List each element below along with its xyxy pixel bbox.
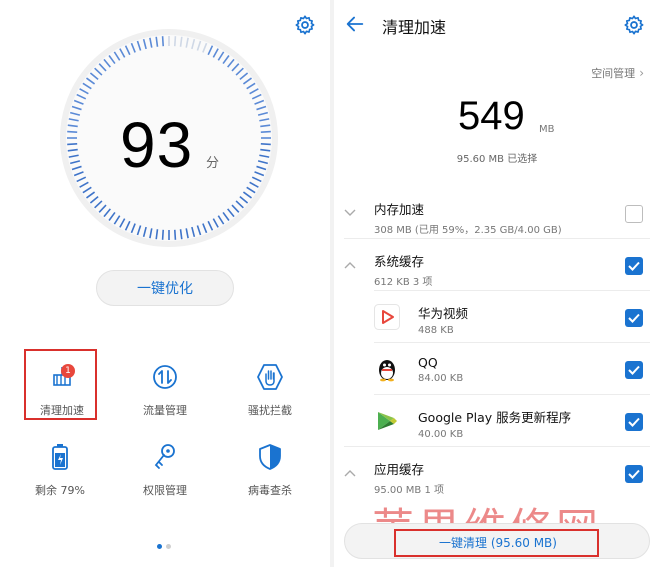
phone-manager-panel: 93 分 一键优化 清理加速 流量管理 骚扰拦截 剩余 79% 权限管理 病毒查… xyxy=(0,0,330,567)
item-title: Google Play 服务更新程序 xyxy=(418,410,572,425)
section-system-cache: 系统缓存 612 KB 3 项 xyxy=(374,251,660,288)
cleanup-panel: 清理加速 空间管理 › 549 MB 95.60 MB 已选择 内存加速 308… xyxy=(334,0,660,567)
tool-label: 权限管理 xyxy=(143,484,187,497)
memory-checkbox[interactable] xyxy=(625,205,643,223)
divider xyxy=(374,342,650,343)
tool-permissions[interactable]: 权限管理 xyxy=(120,442,210,502)
tool-label: 病毒查杀 xyxy=(248,484,292,497)
item-huawei-video: 华为视频 488 KB xyxy=(418,303,660,336)
chevron-up-icon[interactable] xyxy=(344,469,356,477)
item-title: QQ xyxy=(418,355,438,370)
back-arrow-icon[interactable] xyxy=(344,13,366,35)
tool-label: 流量管理 xyxy=(143,404,187,417)
divider xyxy=(344,446,650,447)
tool-data-traffic[interactable]: 流量管理 xyxy=(120,362,210,422)
data-traffic-icon xyxy=(153,365,177,389)
section-subtitle: 612 KB 3 项 xyxy=(374,277,433,288)
tool-label: 骚扰拦截 xyxy=(248,404,292,417)
checkmark-icon xyxy=(628,365,640,375)
checkmark-icon xyxy=(628,469,640,479)
section-title: 内存加速 xyxy=(374,202,425,217)
hand-block-icon xyxy=(257,364,283,390)
battery-icon xyxy=(52,444,68,470)
item-google-play: Google Play 服务更新程序 40.00 KB xyxy=(418,407,660,440)
checkmark-icon xyxy=(628,261,640,271)
google-play-checkbox[interactable] xyxy=(625,413,643,431)
item-size: 84.00 KB xyxy=(418,373,464,384)
optimize-button[interactable]: 一键优化 xyxy=(96,270,234,306)
app-cache-checkbox[interactable] xyxy=(625,465,643,483)
total-size: 549 xyxy=(458,94,525,138)
section-subtitle: 308 MB (已用 59%，2.35 GB/4.00 GB) xyxy=(374,225,562,236)
section-title: 应用缓存 xyxy=(374,462,425,477)
tool-battery[interactable]: 剩余 79% xyxy=(15,442,105,502)
divider xyxy=(374,290,650,291)
item-qq: QQ 84.00 KB xyxy=(418,355,660,384)
tool-label: 剩余 79% xyxy=(35,484,85,497)
item-title: 华为视频 xyxy=(418,306,469,321)
chevron-down-icon[interactable] xyxy=(344,209,356,217)
huawei-video-checkbox[interactable] xyxy=(625,309,643,327)
huawei-video-app-icon xyxy=(374,304,400,330)
page-dot[interactable] xyxy=(166,544,171,549)
divider xyxy=(344,238,650,239)
highlight-box xyxy=(24,349,97,420)
checkmark-icon xyxy=(628,417,640,427)
section-app-cache: 应用缓存 95.00 MB 1 项 xyxy=(374,459,660,496)
system-cache-checkbox[interactable] xyxy=(625,257,643,275)
page-dot-active[interactable] xyxy=(157,544,162,549)
settings-gear-icon[interactable] xyxy=(294,14,316,36)
section-subtitle: 95.00 MB 1 项 xyxy=(374,485,445,496)
chevron-up-icon[interactable] xyxy=(344,261,356,269)
page-title: 清理加速 xyxy=(382,18,447,37)
section-memory: 内存加速 308 MB (已用 59%，2.35 GB/4.00 GB) xyxy=(374,199,660,236)
tool-harassment-block[interactable]: 骚扰拦截 xyxy=(225,362,315,422)
space-management-link[interactable]: 空间管理 › xyxy=(591,65,644,81)
health-score: 93 xyxy=(120,109,194,181)
qq-checkbox[interactable] xyxy=(625,361,643,379)
key-icon xyxy=(154,444,175,469)
chevron-right-icon: › xyxy=(639,66,644,80)
item-size: 40.00 KB xyxy=(418,429,464,440)
space-management-label: 空间管理 xyxy=(591,67,636,80)
selected-size: 95.60 MB 已选择 xyxy=(456,154,538,165)
score-unit: 分 xyxy=(206,156,220,171)
item-size: 488 KB xyxy=(418,325,454,336)
qq-app-icon xyxy=(379,360,395,382)
google-play-services-icon xyxy=(378,412,397,430)
settings-gear-icon[interactable] xyxy=(623,14,645,36)
tool-virus-scan[interactable]: 病毒查杀 xyxy=(225,442,315,502)
page-indicator xyxy=(157,544,171,549)
divider xyxy=(374,394,650,395)
shield-icon xyxy=(259,444,281,470)
highlight-box xyxy=(394,529,599,557)
checkmark-icon xyxy=(628,313,640,323)
section-title: 系统缓存 xyxy=(374,254,425,269)
total-size-unit: MB xyxy=(539,124,555,135)
